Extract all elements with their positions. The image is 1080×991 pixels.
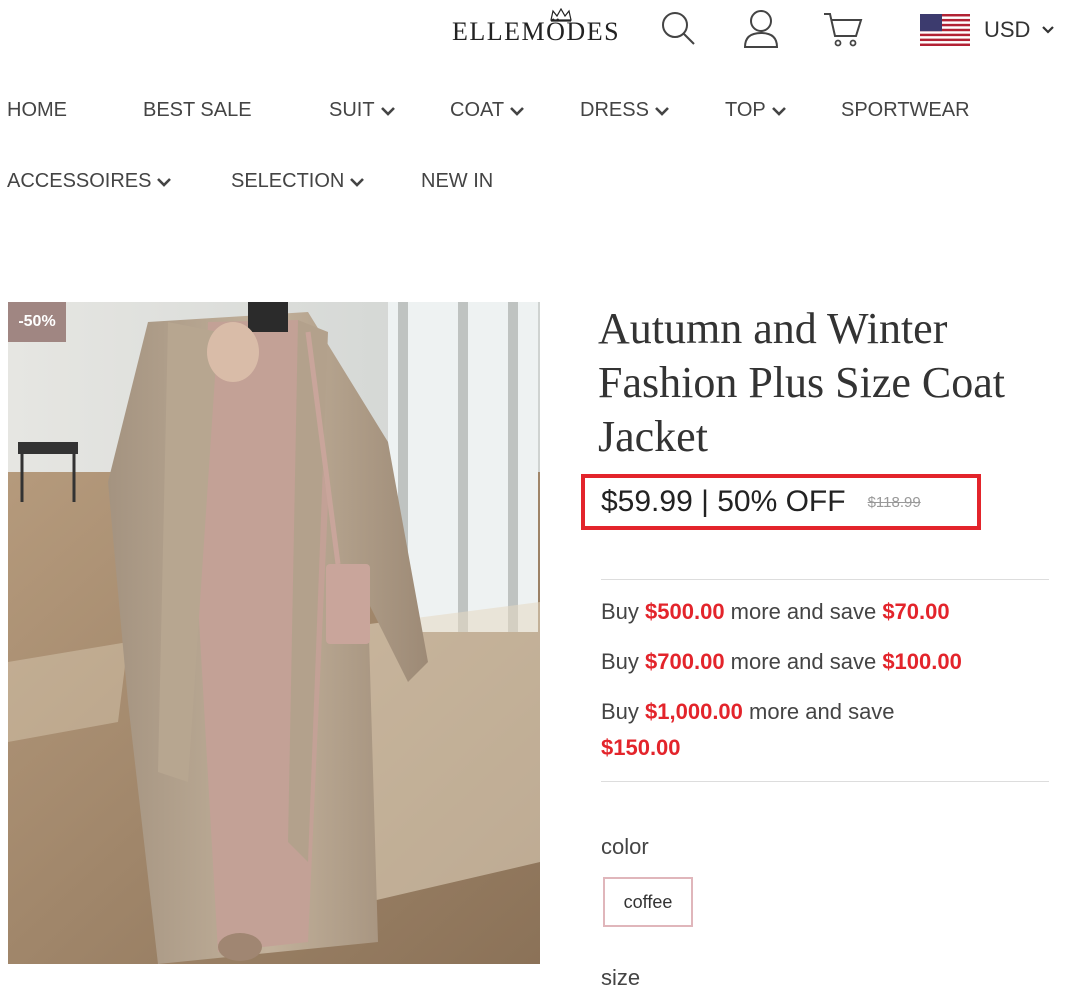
chevron-down-icon (771, 106, 786, 116)
chevron-down-icon (380, 106, 395, 116)
currency-label: USD (984, 17, 1031, 42)
nav-item-new-in[interactable]: NEW IN (421, 170, 493, 193)
size-label: size (601, 965, 641, 990)
nav-label: SUIT (329, 99, 375, 121)
cart-icon[interactable] (822, 10, 864, 50)
logo-text: ELLEMÖDES (452, 17, 621, 46)
nav-item-accessoires[interactable]: ACCESSOIRES (7, 170, 172, 193)
price-highlight-box: $59.99 | 50% OFF $118.99 (581, 474, 981, 530)
promo-amount: $500.00 (645, 599, 725, 624)
chevron-down-icon (654, 106, 669, 116)
promo-text: more and save (724, 649, 883, 674)
promo-line: Buy $500.00 more and save $70.00 (601, 594, 1041, 630)
nav-label: COAT (450, 99, 505, 121)
price-original: $118.99 (867, 493, 921, 511)
promo-save: $70.00 (882, 599, 950, 624)
promo-text: more and save (742, 699, 895, 724)
us-flag-icon (920, 14, 970, 46)
promo-line: Buy $700.00 more and save $100.00 (601, 644, 1041, 680)
promo-amount: $1,000.00 (645, 699, 743, 724)
product-title: Autumn and Winter Fashion Plus Size Coat… (598, 304, 1006, 461)
divider (601, 781, 1049, 782)
nav-item-dress[interactable]: DRESS (580, 99, 669, 122)
chevron-down-icon (1042, 26, 1055, 34)
nav-label: HOME (7, 99, 67, 121)
chevron-down-icon (510, 106, 524, 116)
promo-line: Buy $1,000.00 more and save $150.00 (601, 694, 931, 766)
nav-item-sportwear[interactable]: SPORTWEAR (841, 99, 970, 122)
nav-label: BEST SALE (143, 99, 252, 121)
nav-item-suit[interactable]: SUIT (329, 99, 395, 122)
chevron-down-icon (157, 177, 172, 187)
color-label: color (601, 834, 649, 859)
nav-item-best-sale[interactable]: BEST SALE (143, 99, 252, 122)
nav-item-coat[interactable]: COAT (450, 99, 524, 122)
nav-label: DRESS (580, 99, 649, 121)
nav-label: SPORTWEAR (841, 99, 970, 121)
nav-label: SELECTION (231, 170, 345, 192)
site-logo[interactable]: ELLEMÖDES (452, 8, 628, 50)
product-image[interactable] (8, 302, 540, 964)
promo-text: Buy (601, 699, 646, 724)
search-icon[interactable] (660, 10, 698, 48)
nav-item-home[interactable]: HOME (7, 99, 67, 122)
nav-item-top[interactable]: TOP (725, 99, 786, 122)
divider (601, 579, 1049, 580)
discount-badge: -50% (8, 302, 66, 342)
promo-text: Buy (601, 599, 646, 624)
promo-save: $100.00 (882, 649, 962, 674)
promo-text: Buy (601, 649, 646, 674)
nav-label: ACCESSOIRES (7, 170, 152, 192)
crown-icon (550, 8, 572, 22)
currency-selector[interactable]: USD (920, 12, 1055, 48)
promo-text: more and save (724, 599, 883, 624)
nav-item-selection[interactable]: SELECTION (231, 170, 365, 193)
chevron-down-icon (350, 177, 365, 187)
promo-save: $150.00 (601, 735, 681, 760)
promo-amount: $700.00 (645, 649, 725, 674)
nav-label: NEW IN (421, 170, 494, 192)
price-current: $59.99 | 50% OFF (601, 485, 846, 518)
color-option-coffee[interactable]: coffee (603, 877, 693, 927)
nav-label: TOP (725, 99, 766, 121)
user-icon[interactable] (742, 8, 780, 50)
